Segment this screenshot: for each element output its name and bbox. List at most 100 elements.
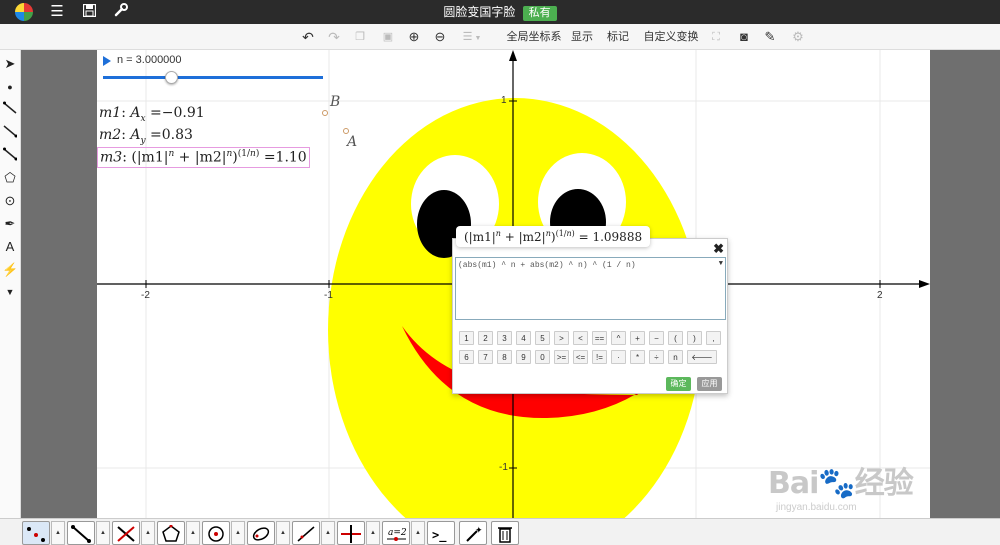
custom-transform-dropdown[interactable]: 自定义变换▼ [640,27,702,62]
undo-icon[interactable]: ↶ [300,27,316,47]
m3-value: =1.10 [263,149,307,166]
fullscreen-icon[interactable]: ⛶ [708,27,724,47]
conic-tool-button[interactable] [247,521,275,545]
measure-m2[interactable]: m2: Ay =0.83 [99,127,193,146]
record-icon[interactable]: ◙ [736,27,752,47]
key[interactable]: * [630,350,645,364]
document-title[interactable]: 圆脸变国字脸 [443,5,515,19]
key[interactable]: · [611,350,626,364]
variable-tool-button[interactable]: a=2 [382,521,410,545]
key[interactable]: 1 [459,331,474,345]
key[interactable]: 5 [535,331,550,345]
zoom-out-icon[interactable]: ⊖ [432,27,448,47]
expression-dialog: ✖ (abs(m1) ^ n + abs(m2) ^ n) ^ (1 / n) … [452,238,728,394]
slider-handle[interactable] [165,71,178,84]
key[interactable]: 9 [516,350,531,364]
segment-tool-button[interactable] [67,521,95,545]
gear-icon[interactable]: ⚙ [790,27,806,47]
x-tick-label: 2 [877,290,883,301]
mark-label: 标记 [607,31,629,43]
save-icon[interactable] [81,3,97,21]
more-tools-icon[interactable]: ▼ [2,284,18,300]
magic-tool-button[interactable]: ✦ [459,521,487,545]
n-slider[interactable]: n = 3.000000 [103,54,328,86]
align-icon[interactable]: ☰ ▼ [460,27,484,47]
key[interactable]: > [554,331,569,345]
key[interactable]: 8 [497,350,512,364]
key[interactable]: ^ [611,331,626,345]
measure-m1[interactable]: m1: Ax =−0.91 [99,105,205,124]
key[interactable]: 4 [516,331,531,345]
play-icon[interactable] [103,56,111,66]
line-tool-icon[interactable] [2,124,18,140]
m2-expr: A [130,127,141,143]
copy-icon[interactable]: ❐ [352,27,368,47]
m1-label: m1 [99,105,122,121]
caret-up-icon[interactable]: ▲ [141,521,155,545]
key[interactable]: ( [668,331,683,345]
paste-icon[interactable]: ▣ [380,27,396,47]
mark-dropdown[interactable]: 标记▼ [603,27,633,62]
function-tool-button[interactable] [292,521,320,545]
key[interactable]: + [630,331,645,345]
slider-track[interactable] [103,76,323,79]
zoom-in-icon[interactable]: ⊕ [406,27,422,47]
caret-up-icon[interactable]: ▲ [96,521,110,545]
key[interactable]: != [592,350,607,364]
polygon-tool-button[interactable] [157,521,185,545]
menu-icon[interactable]: ☰ [49,4,65,20]
key[interactable]: n [668,350,683,364]
text-tool-icon[interactable]: A [2,239,18,255]
expression-input-text: (abs(m1) ^ n + abs(m2) ^ n) ^ (1 / n) [458,261,636,270]
apply-button[interactable]: 应用 [697,377,722,391]
wrench-icon[interactable] [113,3,129,21]
key[interactable]: 6 [459,350,474,364]
caret-up-icon[interactable]: ▲ [411,521,425,545]
measure-m3[interactable]: m3: (|m1|n + |m2|n)(1/n) =1.10 [97,147,310,168]
key[interactable]: − [649,331,664,345]
key[interactable]: 3 [497,331,512,345]
coord-system-dropdown[interactable]: 全局坐标系▼ [503,27,565,62]
segment-tool-icon[interactable] [2,101,18,117]
intersect-tool-button[interactable] [337,521,365,545]
polygon-tool-icon[interactable]: ⬠ [2,170,18,186]
circle-tool-button[interactable] [202,521,230,545]
key[interactable]: == [592,331,607,345]
key[interactable]: 2 [478,331,493,345]
point-b[interactable] [322,110,328,116]
edit-icon[interactable]: ✎ [762,27,778,47]
close-icon[interactable]: ✖ [713,241,724,257]
ray-tool-icon[interactable] [2,147,18,163]
caret-up-icon[interactable]: ▲ [321,521,335,545]
key[interactable]: < [573,331,588,345]
key[interactable]: ÷ [649,350,664,364]
key[interactable]: >= [554,350,569,364]
circle-tool-icon[interactable]: ⊙ [2,193,18,209]
caret-up-icon[interactable]: ▲ [51,521,65,545]
chevron-down-icon[interactable]: ▼ [719,260,723,268]
backspace-icon[interactable]: 🡐 [687,350,717,364]
caret-up-icon[interactable]: ▲ [186,521,200,545]
x-axis-arrow-icon [919,280,930,288]
points-tool-button[interactable] [22,521,50,545]
app-logo-icon[interactable] [15,3,33,21]
expression-input[interactable]: (abs(m1) ^ n + abs(m2) ^ n) ^ (1 / n) ▼ [455,257,726,320]
display-dropdown[interactable]: 显示▼ [567,27,597,62]
trash-tool-button[interactable] [491,521,519,545]
arrow-select-icon[interactable]: ➤ [2,56,18,72]
caret-up-icon[interactable]: ▲ [231,521,245,545]
redo-icon[interactable]: ↷ [326,27,342,47]
point-tool-icon[interactable]: ● [2,79,18,95]
perpendicular-tool-button[interactable] [112,521,140,545]
key[interactable]: ) [687,331,702,345]
key[interactable]: 7 [478,350,493,364]
confirm-button[interactable]: 确定 [666,377,691,391]
pen-tool-icon[interactable]: ✒ [2,216,18,232]
magic-wand-icon[interactable]: ⚡ [2,262,18,278]
key[interactable]: 0 [535,350,550,364]
caret-up-icon[interactable]: ▲ [366,521,380,545]
caret-up-icon[interactable]: ▲ [276,521,290,545]
key[interactable]: <= [573,350,588,364]
key[interactable]: , [706,331,721,345]
command-tool-button[interactable]: >_ [427,521,455,545]
